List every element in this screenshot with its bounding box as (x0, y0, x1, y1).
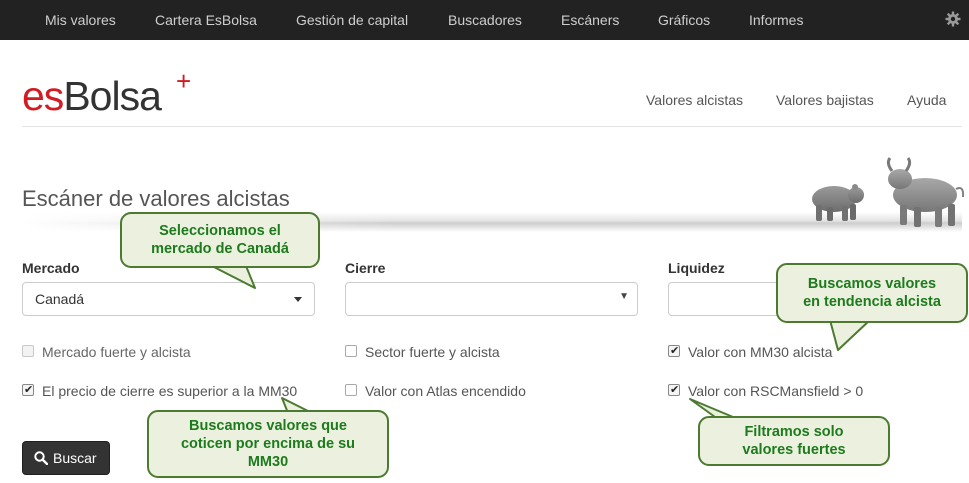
callout-line: Filtramos solo (744, 424, 844, 440)
callout-line: Seleccionamos el (159, 223, 281, 239)
callout-line: en tendencia alcista (803, 294, 941, 310)
callout-mm30: Buscamos valores que coticen por encima … (147, 410, 389, 478)
callout-line: coticen por encima de su (180, 436, 356, 452)
callout-fuertes: Filtramos solo valores fuertes (698, 416, 890, 466)
callout-mercado: Seleccionamos el mercado de Canadá (120, 212, 320, 268)
callout-line: MM30 (247, 454, 289, 470)
callout-line: mercado de Canadá (151, 241, 289, 257)
callout-line: Buscamos valores que (189, 418, 347, 434)
callout-tail-mercado (211, 265, 256, 289)
callout-line: valores fuertes (742, 442, 846, 458)
callout-tail-tendencia (829, 319, 871, 351)
callout-tendencia: Buscamos valores en tendencia alcista (776, 263, 968, 323)
callout-line: Buscamos valores (807, 276, 937, 292)
